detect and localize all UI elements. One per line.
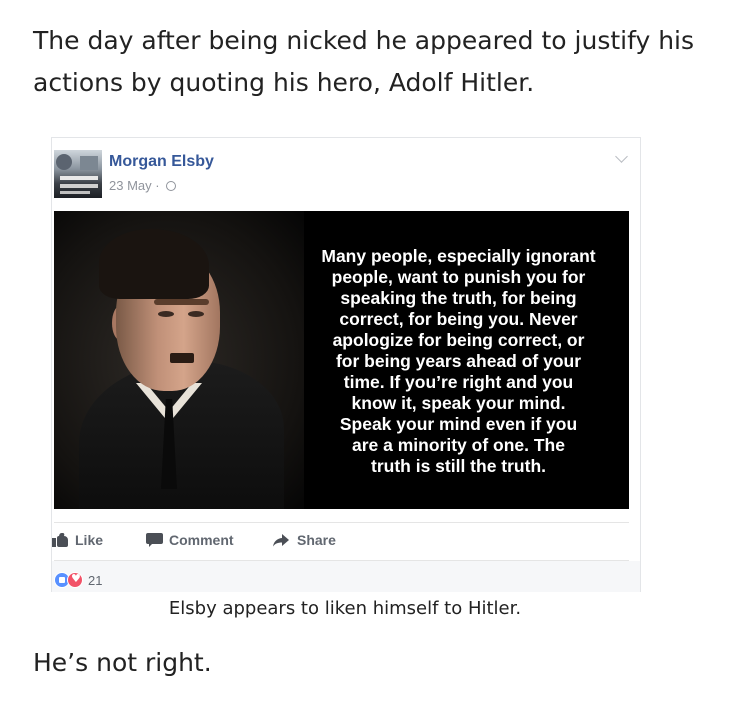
like-button[interactable]: Like	[52, 532, 103, 548]
intro-paragraph: The day after being nicked he appeared t…	[33, 26, 695, 97]
like-label: Like	[75, 532, 104, 548]
divider	[54, 522, 629, 523]
reaction-count[interactable]: 21	[88, 573, 102, 588]
portrait-photo	[54, 211, 304, 509]
globe-icon	[166, 181, 177, 191]
poster-name[interactable]: Morgan Elsby	[109, 153, 214, 171]
avatar[interactable]	[54, 150, 102, 198]
thumbs-up-icon	[52, 533, 69, 547]
comment-label: Comment	[169, 532, 234, 548]
action-bar: Like Comment Share	[52, 526, 640, 556]
share-arrow-icon	[273, 533, 289, 547]
outro-paragraph: He’s not right.	[33, 648, 212, 677]
love-reaction-icon[interactable]	[67, 572, 83, 588]
comment-button[interactable]: Comment	[146, 532, 234, 548]
post-image[interactable]: Many people, especially ignorant people,…	[54, 211, 629, 509]
post-timestamp[interactable]: 23 May ·	[109, 178, 177, 193]
share-label: Share	[297, 532, 336, 548]
share-button[interactable]: Share	[273, 532, 336, 548]
comment-icon	[146, 533, 163, 547]
image-caption: Elsby appears to liken himself to Hitler…	[168, 598, 522, 619]
facebook-post-card: Morgan Elsby 23 May · Many people, espec…	[51, 137, 641, 592]
chevron-down-icon[interactable]	[615, 150, 628, 163]
quote-text: Many people, especially ignorant people,…	[321, 246, 596, 476]
post-date-text: 23 May ·	[109, 178, 164, 193]
reactions-bar: 21	[52, 561, 640, 592]
